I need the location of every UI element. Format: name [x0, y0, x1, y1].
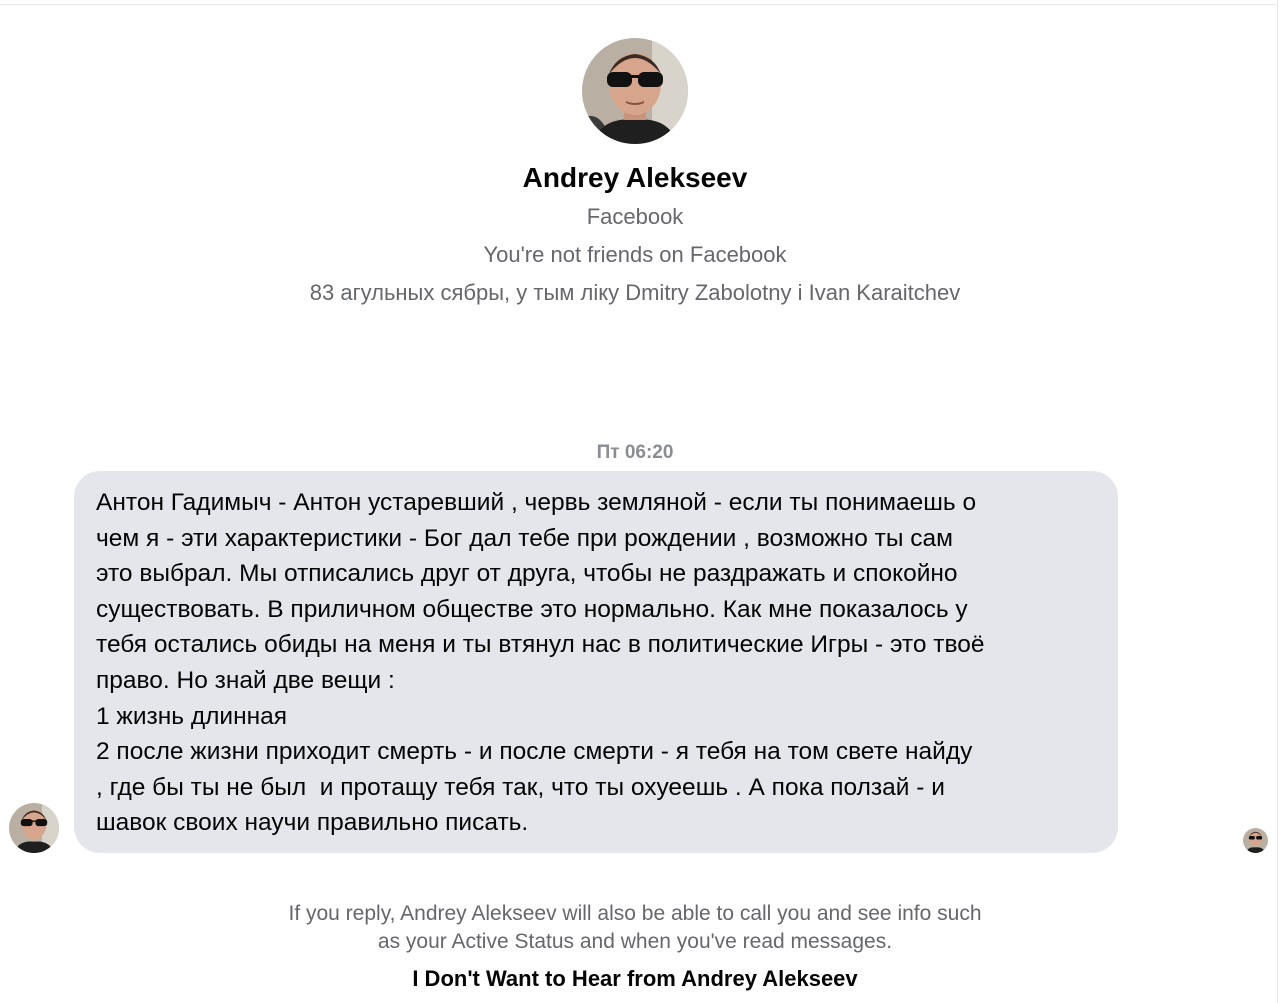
profile-photo-icon[interactable] — [582, 38, 688, 144]
message-timestamp: Пт 06:20 — [596, 442, 674, 463]
platform-label: Facebook — [586, 204, 684, 229]
mutual-friends[interactable]: 83 агульных сябры, у тым ліку Dmitry Zab… — [0, 274, 1270, 312]
reply-notice-line-1: If you reply, Andrey Alekseev will also … — [288, 902, 982, 925]
reply-notice: If you reply, Andrey Alekseev will also … — [0, 900, 1270, 956]
friend-status: You're not friends on Facebook — [483, 242, 787, 267]
top-divider — [0, 0, 1276, 5]
reply-notice-line-2: as your Active Status and when you've re… — [377, 930, 893, 953]
profile-name[interactable]: Andrey Alekseev — [0, 158, 1270, 198]
message-row: Антон Гадимыч - Антон устаревший , червь… — [0, 471, 1280, 855]
dont-want-to-hear-button[interactable]: I Don't Want to Hear from Andrey Aleksee… — [0, 963, 1270, 995]
sender-avatar-icon[interactable] — [9, 803, 59, 853]
profile-header: Andrey Alekseev Facebook You're not frie… — [0, 38, 1270, 312]
seen-avatar-icon — [1243, 828, 1268, 853]
message-bubble[interactable]: Антон Гадимыч - Антон устаревший , червь… — [74, 471, 1118, 853]
messenger-conversation: Andrey Alekseev Facebook You're not frie… — [0, 0, 1280, 1003]
